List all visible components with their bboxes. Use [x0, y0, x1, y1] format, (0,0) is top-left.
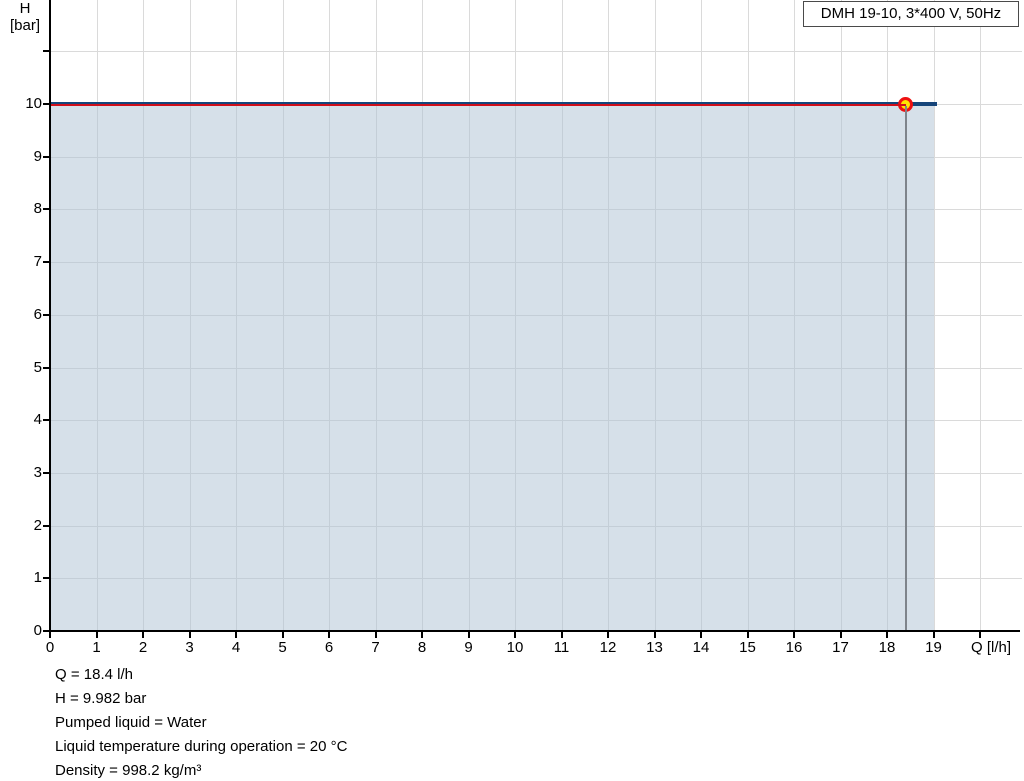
x-tick-label: 3	[170, 637, 210, 659]
x-tick-label: 11	[542, 637, 582, 659]
y-tick-label: 5	[8, 357, 42, 379]
y-axis-title: H [bar]	[2, 0, 48, 34]
y-tick-label: 3	[8, 462, 42, 484]
y-tick-label: 2	[8, 515, 42, 537]
x-tick-label: 2	[123, 637, 163, 659]
y-tick-label: 4	[8, 409, 42, 431]
y-tick-label: 6	[8, 304, 42, 326]
y-axis-tick	[43, 577, 50, 579]
x-tick-label: 19	[914, 637, 954, 659]
x-tick-label: 16	[774, 637, 814, 659]
x-tick-label: 6	[309, 637, 349, 659]
x-tick-label: 10	[495, 637, 535, 659]
curve-label-box: DMH 19-10, 3*400 V, 50Hz	[803, 1, 1019, 27]
y-tick-label: 9	[8, 146, 42, 168]
x-tick-label: 7	[356, 637, 396, 659]
x-axis-line	[49, 630, 1020, 632]
y-axis-tick	[43, 156, 50, 158]
y-axis-tick	[43, 525, 50, 527]
footer-note-liquid: Pumped liquid = Water	[55, 711, 347, 735]
area-fill	[51, 105, 934, 631]
footer-note-density: Density = 998.2 kg/m³	[55, 759, 347, 781]
x-tick-label: 13	[635, 637, 675, 659]
y-tick-label: 8	[8, 198, 42, 220]
grid-line-horizontal	[51, 51, 1022, 52]
x-tick-label: 18	[867, 637, 907, 659]
x-tick-label: 1	[77, 637, 117, 659]
duty-drop-line	[905, 106, 907, 630]
footer-note-h: H = 9.982 bar	[55, 687, 347, 711]
x-tick-label: 14	[681, 637, 721, 659]
footer-notes: Q = 18.4 l/h H = 9.982 bar Pumped liquid…	[55, 663, 347, 781]
x-tick-label: 4	[216, 637, 256, 659]
y-axis-tick	[43, 367, 50, 369]
x-axis-title: Q [l/h]	[958, 637, 1024, 659]
x-tick-label: 12	[588, 637, 628, 659]
footer-note-q: Q = 18.4 l/h	[55, 663, 347, 687]
footer-note-temperature: Liquid temperature during operation = 20…	[55, 735, 347, 759]
y-tick-label: 10	[8, 93, 42, 115]
x-tick-label: 8	[402, 637, 442, 659]
y-axis-line	[49, 0, 51, 632]
x-tick-label: 9	[449, 637, 489, 659]
y-axis-tick	[43, 314, 50, 316]
x-tick-label: 5	[263, 637, 303, 659]
y-axis-title-unit: [bar]	[2, 17, 48, 34]
y-tick-label: 7	[8, 251, 42, 273]
y-tick-label: 0	[8, 620, 42, 642]
y-axis-tick	[43, 630, 50, 632]
y-axis-title-quantity: H	[2, 0, 48, 17]
x-tick-label: 15	[728, 637, 768, 659]
y-axis-tick	[43, 103, 50, 105]
operating-range-line	[50, 104, 906, 106]
y-axis-tick	[43, 472, 50, 474]
y-tick-label: 1	[8, 567, 42, 589]
pump-curve-chart: H [bar] Q [l/h] DMH 19-10, 3*400 V, 50Hz…	[0, 0, 1024, 781]
y-axis-tick	[43, 50, 50, 52]
x-tick-label: 17	[821, 637, 861, 659]
y-axis-tick	[43, 208, 50, 210]
y-axis-tick	[43, 419, 50, 421]
y-axis-tick	[43, 261, 50, 263]
